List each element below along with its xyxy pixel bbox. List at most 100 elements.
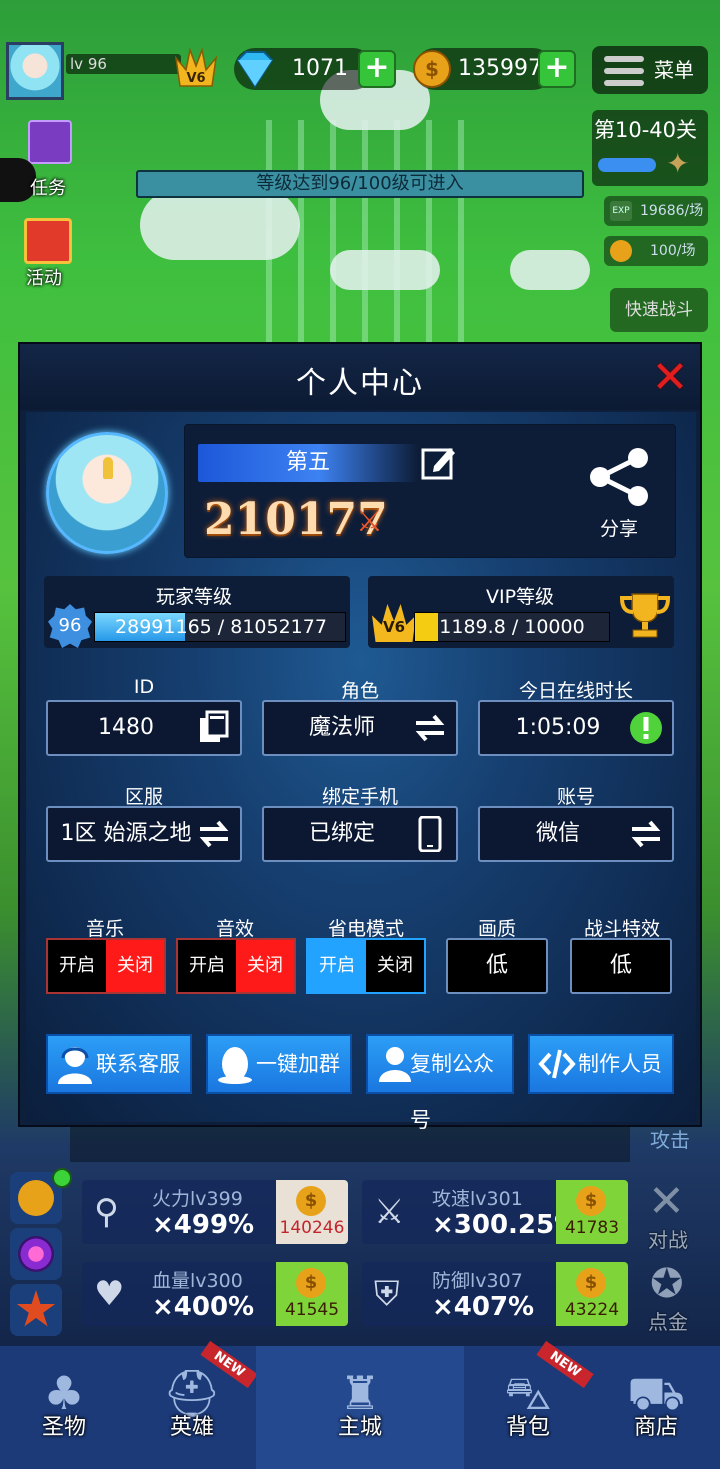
- gift-icon[interactable]: [24, 218, 72, 264]
- background-cloud: [510, 250, 590, 290]
- upgrade-health[interactable]: ♥ 血量lv300 ×400% 41545: [82, 1262, 348, 1326]
- upgrade-cost-button[interactable]: 41545: [276, 1262, 348, 1326]
- vip-crown-icon[interactable]: V6: [174, 47, 218, 88]
- credits-label: 制作人员: [578, 1052, 662, 1076]
- share-icon[interactable]: [586, 446, 654, 508]
- nav-relic-label: 圣物: [41, 1415, 86, 1440]
- player-name: 第五: [198, 444, 418, 482]
- vip-crown-label: V6: [186, 71, 205, 86]
- player-avatar-small[interactable]: [6, 42, 64, 100]
- upgrade-defense[interactable]: ⛨ 防御lv307 ×407% 43224: [362, 1262, 628, 1326]
- notification-dot: [52, 1168, 72, 1188]
- sfx-on-option[interactable]: 开启: [178, 940, 236, 992]
- background-cloud: [140, 190, 300, 260]
- upgrade-cost-button[interactable]: 43224: [556, 1262, 628, 1326]
- add-coins-button[interactable]: +: [538, 50, 576, 88]
- add-diamonds-button[interactable]: +: [358, 50, 396, 88]
- switch-server-icon[interactable]: [196, 816, 232, 852]
- account-field: 微信: [478, 806, 674, 862]
- crossed-swords-icon[interactable]: ✕: [648, 1180, 692, 1224]
- nav-bag[interactable]: ⛍ 背包 NEW: [464, 1340, 594, 1469]
- trophy-icon[interactable]: [618, 590, 672, 640]
- quick-battle-button[interactable]: 快速战斗: [610, 288, 708, 332]
- upgrade-name: 攻速lv301: [432, 1188, 523, 1210]
- upgrade-firepower[interactable]: ⚲ 火力lv399 ×499% 140246: [82, 1180, 348, 1244]
- level-requirement-banner: 等级达到96/100级可进入: [136, 170, 584, 198]
- diamond-count: 1071: [292, 56, 348, 81]
- switch-account-icon[interactable]: [628, 816, 664, 852]
- coin-count: 135997: [458, 56, 542, 81]
- upgrade-cost-button[interactable]: 41783: [556, 1180, 628, 1244]
- attack-label[interactable]: 攻击: [650, 1124, 690, 1153]
- power-save-label: 省电模式: [327, 918, 404, 940]
- battle-fx-selector[interactable]: 低: [570, 938, 672, 994]
- gold-label[interactable]: 点金: [648, 1306, 688, 1335]
- star-side-icon[interactable]: [10, 1284, 62, 1336]
- alert-icon[interactable]: [628, 710, 664, 746]
- diamond-counter: 1071: [234, 48, 374, 90]
- user-icon: [379, 1047, 411, 1082]
- xp-text: 28991165 / 81052177: [115, 616, 327, 638]
- level-indicator: lv 96: [66, 54, 181, 74]
- sfx-toggle: 开启 关闭: [176, 938, 296, 994]
- xp-rate-pill: EXP 19686/场: [604, 196, 708, 226]
- vortex-side-icon[interactable]: [10, 1228, 62, 1280]
- task-icon[interactable]: [28, 120, 72, 164]
- player-portrait[interactable]: [46, 432, 168, 554]
- nav-main-city[interactable]: ♜ 主城: [256, 1346, 464, 1469]
- online-time-field: 1:05:09: [478, 700, 674, 756]
- upgrade-cost-button[interactable]: 140246: [276, 1180, 348, 1244]
- nav-shop[interactable]: ⛟ 商店: [592, 1346, 720, 1469]
- diamond-icon: [236, 51, 274, 88]
- support-agent-icon: [58, 1047, 92, 1084]
- quality-selector[interactable]: 低: [446, 938, 548, 994]
- shield-icon: ⛨: [374, 1274, 400, 1314]
- battle-label[interactable]: 对战: [648, 1224, 688, 1253]
- sfx-off-option[interactable]: 关闭: [236, 940, 294, 992]
- phone-icon[interactable]: [412, 816, 448, 852]
- music-label: 音乐: [85, 918, 124, 940]
- gold-transmute-icon[interactable]: ✪: [650, 1262, 694, 1306]
- music-on-option[interactable]: 开启: [48, 940, 106, 992]
- firepower-icon: ⚲: [94, 1192, 119, 1232]
- coin-icon: $: [413, 50, 451, 88]
- copy-icon[interactable]: [196, 710, 232, 746]
- task-label[interactable]: 任务: [30, 174, 66, 200]
- nav-hero[interactable]: ⛑ 英雄 NEW: [128, 1340, 258, 1469]
- role-label: 角色: [340, 680, 379, 702]
- coin-rate-pill: 100/场: [604, 236, 708, 266]
- copy-official-account-label: 复制公众号: [410, 1052, 494, 1132]
- power-save-on-option[interactable]: 开启: [308, 940, 366, 992]
- upgrade-attack-speed[interactable]: ⚔ 攻速lv301 ×300.25% 41783: [362, 1180, 628, 1244]
- modal-title: 个人中心: [296, 366, 424, 401]
- close-icon[interactable]: ✕: [650, 356, 690, 400]
- nav-relic[interactable]: ♣ 圣物: [0, 1346, 128, 1469]
- svg-text:$: $: [425, 57, 439, 81]
- upgrade-name: 火力lv399: [152, 1188, 243, 1210]
- event-label[interactable]: 活动: [26, 264, 62, 290]
- join-group-button[interactable]: 一键加群: [206, 1034, 352, 1094]
- edit-name-icon[interactable]: [420, 444, 458, 482]
- vip-text: 1189.8 / 10000: [439, 616, 585, 638]
- switch-role-icon[interactable]: [412, 710, 448, 746]
- server-value: 1区 始源之地: [60, 821, 192, 846]
- copy-official-account-button[interactable]: 复制公众号: [366, 1034, 514, 1132]
- account-value: 微信: [535, 821, 580, 846]
- stage-panel[interactable]: 第10-40关 ✦: [592, 110, 708, 186]
- music-off-option[interactable]: 关闭: [106, 940, 164, 992]
- power-save-off-option[interactable]: 关闭: [366, 940, 424, 992]
- xp-progress-bar: 28991165 / 81052177: [94, 612, 346, 642]
- code-icon: [538, 1049, 576, 1079]
- credits-button[interactable]: 制作人员: [528, 1034, 674, 1094]
- share-label[interactable]: 分享: [600, 514, 638, 541]
- coin-counter: $ 135997: [413, 48, 554, 90]
- join-group-label: 一键加群: [256, 1052, 340, 1076]
- portrait-horn: [103, 457, 113, 479]
- nav-shop-label: 商店: [633, 1415, 678, 1440]
- id-value: 1480: [98, 715, 154, 740]
- menu-icon: [604, 56, 644, 86]
- role-field: 魔法师: [262, 700, 458, 756]
- background-cloud: [330, 250, 440, 290]
- upgrade-value: ×499%: [152, 1210, 255, 1240]
- contact-support-button[interactable]: 联系客服: [46, 1034, 192, 1094]
